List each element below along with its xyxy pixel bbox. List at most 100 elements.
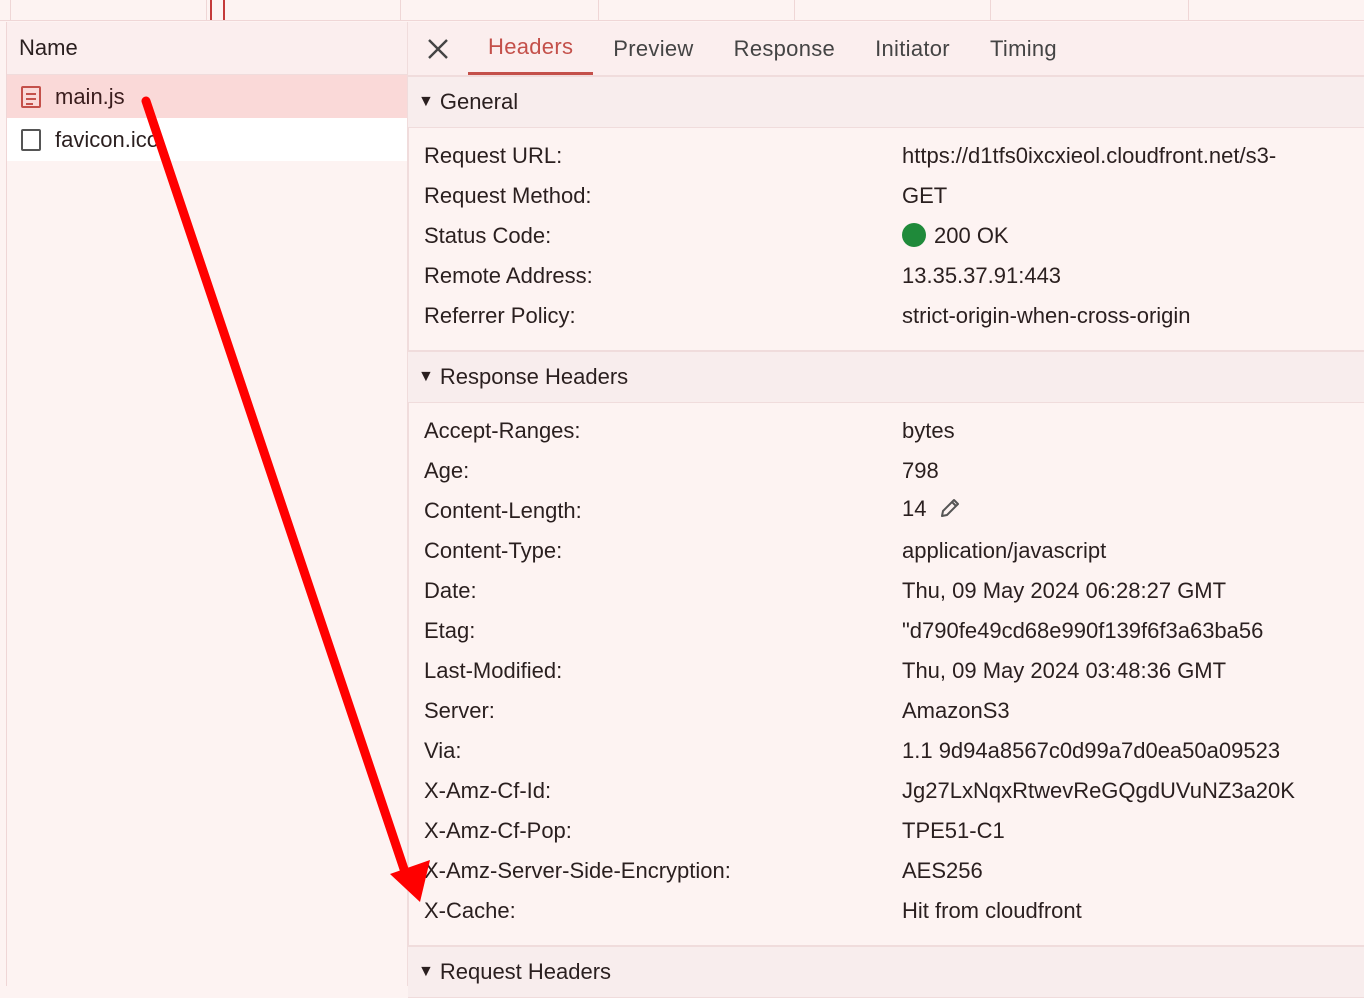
tab-initiator[interactable]: Initiator	[855, 22, 970, 75]
request-headers-section-toggle[interactable]: ▼ Request Headers	[408, 947, 1364, 998]
header-row: Content-Length: 14	[408, 491, 1364, 531]
tab-label: Response	[733, 35, 836, 61]
header-key: Etag:	[424, 618, 476, 643]
header-row: X-Cache: Hit from cloudfront	[408, 891, 1364, 931]
header-value[interactable]: 1.1 9d94a8567c0d99a7d0ea50a09523	[902, 738, 1364, 764]
header-value[interactable]: TPE51-C1	[902, 818, 1364, 844]
header-row: Last-Modified: Thu, 09 May 2024 03:48:36 …	[408, 651, 1364, 691]
header-row: Age: 798	[408, 451, 1364, 491]
header-value[interactable]: "d790fe49cd68e990f139f6f3a63ba56	[902, 618, 1364, 644]
header-key: Request Method:	[424, 183, 592, 208]
header-value[interactable]: AmazonS3	[902, 698, 1364, 724]
header-key: Accept-Ranges:	[424, 418, 581, 443]
header-row: X-Amz-Cf-Pop: TPE51-C1	[408, 811, 1364, 851]
tab-preview[interactable]: Preview	[593, 22, 713, 75]
header-key: Age:	[424, 458, 470, 483]
section-title: General	[439, 89, 519, 114]
timeline-tick	[794, 0, 795, 20]
triangle-down-icon: ▼	[418, 93, 434, 110]
name-column-header[interactable]: Name	[7, 22, 407, 75]
tab-response[interactable]: Response	[714, 22, 855, 75]
header-row: Etag: "d790fe49cd68e990f139f6f3a63ba56	[408, 611, 1364, 651]
general-section-toggle[interactable]: ▼ General	[408, 77, 1364, 128]
header-value[interactable]: Hit from cloudfront	[902, 898, 1364, 924]
timeline-strip	[0, 0, 1364, 21]
close-icon[interactable]	[408, 22, 468, 75]
header-value[interactable]: Thu, 09 May 2024 03:48:36 GMT	[902, 658, 1364, 684]
header-key: X-Amz-Server-Side-Encryption:	[424, 858, 731, 883]
header-key: Date:	[424, 578, 477, 603]
triangle-down-icon: ▼	[418, 963, 434, 980]
tab-timing[interactable]: Timing	[970, 22, 1077, 75]
header-key: Content-Length:	[424, 498, 582, 523]
header-row: Remote Address: 13.35.37.91:443	[408, 256, 1364, 296]
header-row: Request Method: GET	[408, 176, 1364, 216]
blank-file-icon	[21, 128, 41, 151]
timeline-tick	[598, 0, 599, 20]
request-name: main.js	[55, 83, 125, 109]
timeline-tick	[206, 0, 207, 20]
header-row: X-Amz-Cf-Id: Jg27LxNqxRtwevReGQgdUVuNZ3a2…	[408, 771, 1364, 811]
header-value[interactable]: 13.35.37.91:443	[902, 263, 1364, 289]
header-key: X-Amz-Cf-Id:	[424, 778, 552, 803]
request-name: favicon.ico	[55, 126, 159, 152]
header-value[interactable]: Thu, 09 May 2024 06:28:27 GMT	[902, 578, 1364, 604]
timeline-marker	[223, 0, 225, 20]
header-row: Accept-Ranges: bytes	[408, 411, 1364, 451]
section-title: Response Headers	[439, 364, 629, 389]
tab-label: Preview	[613, 35, 694, 61]
timeline-tick	[10, 0, 11, 20]
header-value[interactable]: AES256	[902, 858, 1364, 884]
script-file-icon	[21, 85, 41, 108]
details-tab-bar: Headers Preview Response Initiator Timin…	[408, 22, 1364, 77]
section-title: Request Headers	[439, 959, 612, 984]
header-key: Content-Type:	[424, 538, 563, 563]
header-value[interactable]: Jg27LxNqxRtwevReGQgdUVuNZ3a20K	[902, 778, 1364, 804]
request-list-panel: Name main.js favicon.ico	[6, 22, 409, 986]
header-value[interactable]: bytes	[902, 418, 1364, 444]
header-row: Server: AmazonS3	[408, 691, 1364, 731]
pencil-icon[interactable]	[938, 496, 962, 526]
tab-label: Headers	[488, 34, 574, 59]
header-row: Status Code: 200 OK	[408, 216, 1364, 256]
timeline-marker	[210, 0, 212, 20]
response-header-rows: Accept-Ranges: bytes Age: 798 Content-Leng…	[408, 403, 1364, 947]
tab-headers[interactable]: Headers	[468, 22, 594, 75]
request-row-favicon[interactable]: favicon.ico	[7, 118, 407, 161]
timeline-tick	[990, 0, 991, 20]
header-key: Referrer Policy:	[424, 303, 576, 328]
request-details-panel: Headers Preview Response Initiator Timin…	[408, 22, 1364, 998]
name-column-label: Name	[19, 35, 78, 60]
header-value[interactable]: 14	[902, 496, 926, 521]
header-row: Referrer Policy: strict-origin-when-cros…	[408, 296, 1364, 336]
timeline-tick	[400, 0, 401, 20]
status-text: 200 OK	[934, 223, 1009, 248]
triangle-down-icon: ▼	[418, 368, 434, 385]
header-row: Request URL: https://d1tfs0ixcxieol.clou…	[408, 136, 1364, 176]
tab-label: Initiator	[875, 35, 950, 61]
header-key: Server:	[424, 698, 495, 723]
header-value[interactable]: 798	[902, 458, 1364, 484]
header-key: X-Amz-Cf-Pop:	[424, 818, 572, 843]
header-key: Remote Address:	[424, 263, 593, 288]
header-row: X-Amz-Server-Side-Encryption: AES256	[408, 851, 1364, 891]
header-key: X-Cache:	[424, 898, 516, 923]
response-headers-section-toggle[interactable]: ▼ Response Headers	[408, 352, 1364, 403]
header-key: Status Code:	[424, 223, 552, 248]
header-value[interactable]: application/javascript	[902, 538, 1364, 564]
header-row: Via: 1.1 9d94a8567c0d99a7d0ea50a09523	[408, 731, 1364, 771]
general-rows: Request URL: https://d1tfs0ixcxieol.clou…	[408, 128, 1364, 352]
header-row: Date: Thu, 09 May 2024 06:28:27 GMT	[408, 571, 1364, 611]
header-key: Via:	[424, 738, 462, 763]
header-value[interactable]: GET	[902, 183, 1364, 209]
request-row-main-js[interactable]: main.js	[7, 75, 407, 118]
header-key: Last-Modified:	[424, 658, 563, 683]
header-row: Content-Type: application/javascript	[408, 531, 1364, 571]
tab-label: Timing	[989, 35, 1057, 61]
header-value[interactable]: https://d1tfs0ixcxieol.cloudfront.net/s3…	[902, 143, 1364, 169]
timeline-tick	[1188, 0, 1189, 20]
content-length-value: 14	[902, 496, 1364, 526]
status-value[interactable]: 200 OK	[902, 223, 1364, 249]
header-key: Request URL:	[424, 143, 563, 168]
header-value[interactable]: strict-origin-when-cross-origin	[902, 303, 1364, 329]
